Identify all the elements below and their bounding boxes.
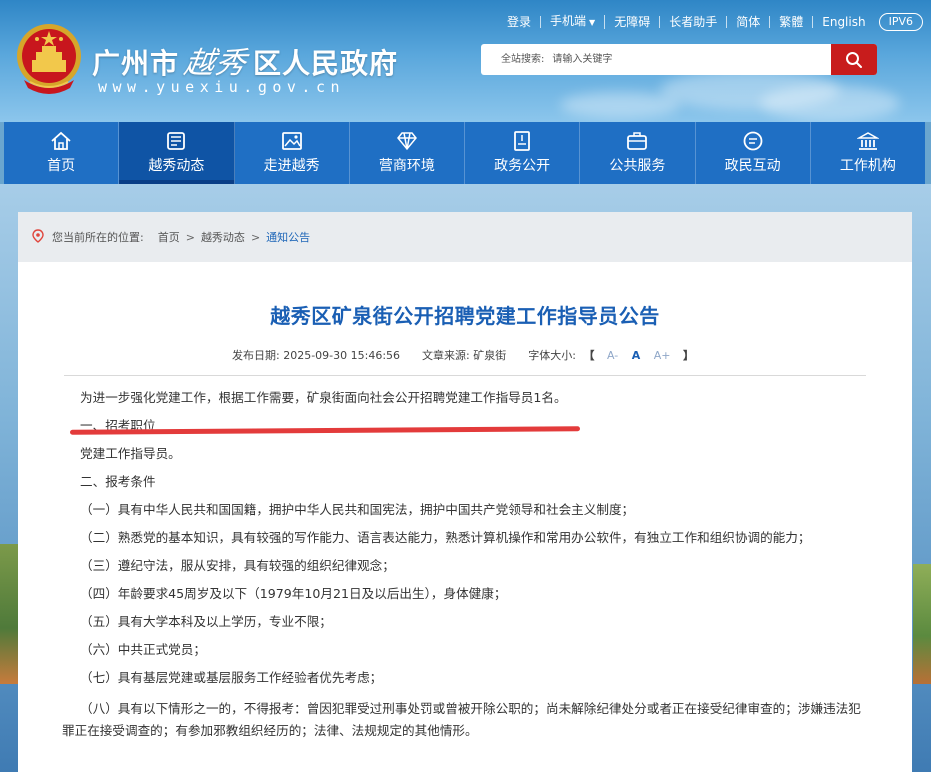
nav-item-home[interactable]: 首页	[4, 122, 120, 184]
paragraph: （八）具有以下情形之一的，不得报考：曾因犯罪受过刑事处罚或曾被开除公职的；尚未解…	[62, 701, 861, 738]
nav-item-news[interactable]: 越秀动态	[119, 122, 235, 184]
content-panel: 您当前所在的位置: 首页 > 越秀动态 > 通知公告 越秀区矿泉街公开招聘党建工…	[18, 212, 912, 772]
nav-item-public-service[interactable]: 公共服务	[580, 122, 696, 184]
breadcrumb-separator: >	[185, 230, 195, 244]
mobile-link[interactable]: 手机端 ▼	[541, 15, 606, 29]
site-name-script: 越秀	[181, 46, 250, 81]
home-icon	[51, 131, 71, 150]
search-icon	[846, 51, 862, 68]
nav-item-gov-affairs[interactable]: 政务公开	[465, 122, 581, 184]
nav-item-about[interactable]: 走进越秀	[235, 122, 350, 184]
article-meta: 发布日期: 2025-09-30 15:46:56 文章来源: 矿泉街 字体大小…	[18, 347, 912, 363]
national-emblem-logo	[14, 22, 84, 100]
location-pin-icon	[32, 228, 44, 246]
font-size-control: 字体大小: 【 A- A A+ 】	[528, 349, 694, 362]
site-url: www.yuexiu.gov.cn	[98, 78, 346, 96]
nav-item-interaction[interactable]: 政民互动	[696, 122, 811, 184]
landscape-icon	[281, 132, 302, 150]
search-button[interactable]	[831, 44, 877, 75]
simplified-chinese-link[interactable]: 简体	[727, 16, 771, 28]
paragraph: （一）具有中华人民共和国国籍，拥护中华人民共和国宪法，拥护中国共产党领导和社会主…	[80, 502, 635, 517]
nav-label: 营商环境	[378, 158, 435, 174]
font-size-default[interactable]: A	[632, 349, 641, 362]
scenery-trees-right	[913, 564, 931, 684]
chat-icon	[743, 131, 763, 151]
nav-label: 政民互动	[724, 158, 781, 174]
chevron-down-icon: ▼	[589, 18, 596, 27]
building-icon	[856, 132, 879, 150]
nav-label: 工作机构	[839, 158, 896, 174]
ipv6-badge: IPV6	[878, 13, 923, 31]
paragraph: 二、报考条件	[80, 474, 156, 489]
breadcrumb-news[interactable]: 越秀动态	[201, 229, 245, 245]
nav-label: 越秀动态	[148, 158, 205, 174]
divider	[64, 375, 866, 376]
elderly-assistant-link[interactable]: 长者助手	[660, 16, 728, 28]
main-nav: 首页 越秀动态 走进越秀 营商环境 政务公开 公共服务 政民互动 工作机构	[4, 122, 925, 184]
article-source: 文章来源: 矿泉街	[422, 349, 507, 362]
diamond-icon	[396, 132, 417, 151]
briefcase-icon	[627, 132, 648, 150]
english-link[interactable]: English	[813, 16, 874, 28]
publish-date: 发布日期: 2025-09-30 15:46:56	[231, 349, 401, 362]
breadcrumb-prefix: 您当前所在的位置:	[52, 231, 144, 244]
site-search: 全站搜索:	[481, 44, 877, 75]
newspaper-icon	[167, 132, 186, 150]
nav-label: 首页	[47, 158, 76, 174]
breadcrumb-notices[interactable]: 通知公告	[266, 229, 310, 245]
breadcrumb-home[interactable]: 首页	[158, 229, 180, 245]
nav-label: 走进越秀	[263, 158, 320, 174]
login-link[interactable]: 登录	[498, 16, 542, 28]
breadcrumb-separator: >	[250, 230, 261, 244]
site-header: 广州市越秀 区人民政府 www.yuexiu.gov.cn 登录 手机端 ▼ 无障碍…	[0, 0, 931, 122]
article-title: 越秀区矿泉街公开招聘党建工作指导员公告	[270, 304, 660, 328]
paragraph: （七）具有基层党建或基层服务工作经验者优先考虑；	[80, 670, 383, 685]
font-size-decrease[interactable]: A-	[607, 349, 618, 362]
article-body: 为进一步强化党建工作，根据工作需要，矿泉街面向社会公开招聘党建工作指导员1名。 …	[18, 384, 912, 748]
nav-item-agencies[interactable]: 工作机构	[811, 122, 925, 184]
paragraph: （三）遵纪守法，服从安排，具有较强的组织纪律观念；	[80, 558, 395, 573]
paragraph: 为进一步强化党建工作，根据工作需要，矿泉街面向社会公开招聘党建工作指导员1名。	[80, 390, 567, 405]
paragraph: （四）年龄要求45周岁及以下（1979年10月21日及以后出生），身体健康；	[80, 586, 507, 601]
font-size-increase[interactable]: A+	[654, 349, 671, 362]
top-utility-bar: 登录 手机端 ▼ 无障碍 长者助手 简体 繁體 English IPV6	[498, 12, 923, 32]
paragraph: （二）熟悉党的基本知识，具有较强的写作能力、语言表达能力，熟悉计算机操作和常用办…	[80, 530, 811, 545]
scenery-trees-left	[0, 544, 18, 684]
document-icon	[514, 131, 531, 151]
search-label: 全站搜索:	[501, 54, 545, 65]
paragraph: 党建工作指导员。	[80, 446, 181, 461]
search-input[interactable]	[550, 44, 831, 75]
accessibility-link[interactable]: 无障碍	[605, 16, 661, 28]
site-name: 广州市越秀 区人民政府	[92, 38, 398, 82]
nav-item-business[interactable]: 营商环境	[350, 122, 465, 184]
traditional-chinese-link[interactable]: 繁體	[770, 16, 814, 28]
nav-label: 公共服务	[609, 158, 666, 174]
nav-label: 政务公开	[494, 158, 551, 174]
breadcrumb: 您当前所在的位置: 首页 > 越秀动态 > 通知公告	[18, 212, 912, 262]
paragraph: （六）中共正式党员；	[80, 642, 206, 657]
paragraph: （五）具有大学本科及以上学历，专业不限；	[80, 614, 332, 629]
